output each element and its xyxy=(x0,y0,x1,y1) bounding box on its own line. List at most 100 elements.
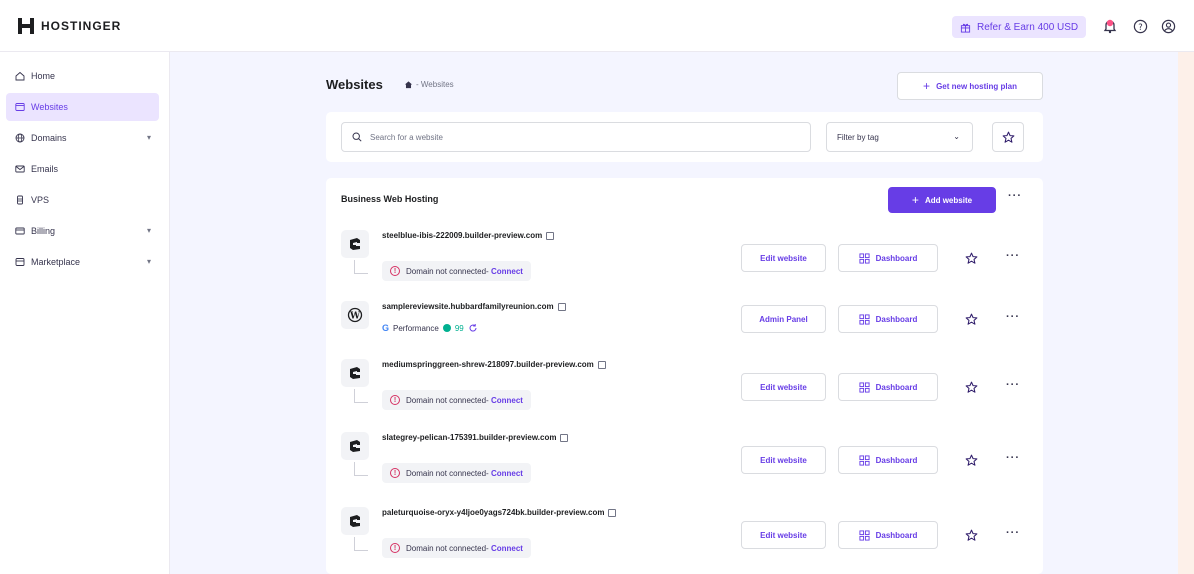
website-row: steelblue-ibis-222009.builder-preview.co… xyxy=(326,230,1043,296)
dashboard-icon xyxy=(859,252,870,264)
refer-earn-button[interactable]: Refer & Earn 400 USD xyxy=(952,16,1087,38)
sidebar-item-websites[interactable]: Websites xyxy=(6,93,159,121)
account-button[interactable] xyxy=(1158,16,1178,36)
alert-icon: ! xyxy=(390,543,400,553)
connect-link[interactable]: Connect xyxy=(491,267,523,276)
dashboard-button[interactable]: Dashboard xyxy=(838,305,938,333)
performance-score: G Performance 99 xyxy=(382,323,478,333)
connect-link[interactable]: Connect xyxy=(491,396,523,405)
website-domain-label: steelblue-ibis-222009.builder-preview.co… xyxy=(382,231,543,240)
notifications-button[interactable] xyxy=(1100,16,1120,36)
external-link-icon[interactable] xyxy=(557,302,566,311)
dashboard-label: Dashboard xyxy=(875,382,918,392)
store-icon xyxy=(14,257,25,268)
breadcrumb-current: - Websites xyxy=(416,80,454,89)
website-domain[interactable]: mediumspringgreen-shrew-218097.builder-p… xyxy=(382,360,606,369)
dashboard-icon xyxy=(859,529,870,541)
external-link-icon[interactable] xyxy=(560,433,569,442)
domain-status-text: Domain not connected- xyxy=(406,468,489,478)
sidebar-item-domains[interactable]: Domains ▾ xyxy=(6,124,159,152)
performance-status-dot xyxy=(442,324,451,332)
hostinger-logo[interactable]: HOSTINGER xyxy=(18,18,121,34)
builder-icon xyxy=(341,230,369,258)
favorite-button[interactable] xyxy=(963,527,979,543)
website-domain[interactable]: steelblue-ibis-222009.builder-preview.co… xyxy=(382,231,555,240)
dashboard-button[interactable]: Dashboard xyxy=(838,521,938,549)
tree-connector xyxy=(354,260,368,274)
edit-website-button[interactable]: Edit website xyxy=(741,521,826,549)
dashboard-button[interactable]: Dashboard xyxy=(838,244,938,272)
sidebar: Home Websites Domains ▾ Emails VPS Billi… xyxy=(0,52,170,574)
dashboard-label: Dashboard xyxy=(875,314,918,324)
external-link-icon[interactable] xyxy=(597,360,606,369)
more-options-icon[interactable]: ··· xyxy=(1006,527,1020,539)
domain-status-badge: ! Domain not connected- Connect xyxy=(382,261,531,281)
sidebar-item-label: Marketplace xyxy=(31,257,81,267)
external-link-icon[interactable] xyxy=(608,508,617,517)
refer-earn-label: Refer & Earn 400 USD xyxy=(977,21,1079,33)
domain-status-text: Domain not connected- xyxy=(406,543,489,553)
more-options-icon[interactable]: ··· xyxy=(1006,379,1020,391)
website-row: mediumspringgreen-shrew-218097.builder-p… xyxy=(326,359,1043,425)
home-icon[interactable] xyxy=(404,80,413,89)
edit-website-button[interactable]: Edit website xyxy=(741,373,826,401)
website-domain[interactable]: samplereviewsite.hubbardfamilyreunion.co… xyxy=(382,302,566,311)
get-new-hosting-plan-button[interactable]: + Get new hosting plan xyxy=(897,72,1043,100)
website-domain[interactable]: slategrey-pelican-175391.builder-preview… xyxy=(382,433,569,442)
performance-value: 99 xyxy=(454,323,464,333)
sidebar-item-emails[interactable]: Emails xyxy=(6,155,159,183)
add-website-button[interactable]: + Add website xyxy=(888,187,996,213)
plus-icon: + xyxy=(911,193,919,207)
website-row: slategrey-pelican-175391.builder-preview… xyxy=(326,432,1043,498)
favorite-button[interactable] xyxy=(963,452,979,468)
favorite-button[interactable] xyxy=(963,379,979,395)
search-icon xyxy=(352,132,362,142)
home-icon xyxy=(14,71,25,82)
builder-icon xyxy=(341,507,369,535)
more-options-icon[interactable]: ··· xyxy=(1008,190,1022,202)
filter-by-tag-select[interactable]: Filter by tag ⌄ xyxy=(826,122,973,152)
connect-link[interactable]: Connect xyxy=(491,469,523,478)
favorite-button[interactable] xyxy=(963,250,979,266)
edit-website-button[interactable]: Edit website xyxy=(741,244,826,272)
favorite-button[interactable] xyxy=(963,311,979,327)
bell-icon xyxy=(1103,19,1117,34)
admin-panel-button[interactable]: Admin Panel xyxy=(741,305,826,333)
sidebar-item-home[interactable]: Home xyxy=(6,62,159,90)
star-icon xyxy=(965,381,977,393)
favorites-filter-button[interactable] xyxy=(992,122,1024,152)
more-options-icon[interactable]: ··· xyxy=(1006,250,1020,262)
search-input[interactable]: Search for a website xyxy=(341,122,811,152)
alert-icon: ! xyxy=(390,266,400,276)
more-options-icon[interactable]: ··· xyxy=(1006,452,1020,464)
breadcrumb: - Websites xyxy=(404,80,454,89)
more-options-icon[interactable]: ··· xyxy=(1006,311,1020,323)
sidebar-item-label: Home xyxy=(31,71,56,81)
help-button[interactable]: ? xyxy=(1130,16,1150,36)
star-icon xyxy=(965,252,977,264)
star-icon xyxy=(965,313,977,325)
dashboard-button[interactable]: Dashboard xyxy=(838,373,938,401)
sidebar-item-label: Domains xyxy=(31,133,67,143)
mail-icon xyxy=(14,164,25,175)
edit-website-button[interactable]: Edit website xyxy=(741,446,826,474)
business-web-hosting-card: Business Web Hosting + Add website ··· s… xyxy=(326,178,1043,574)
card-icon xyxy=(14,226,25,237)
external-link-icon[interactable] xyxy=(546,231,555,240)
website-domain-label: slategrey-pelican-175391.builder-preview… xyxy=(382,433,557,442)
dashboard-icon xyxy=(859,313,870,325)
refresh-icon[interactable] xyxy=(468,323,478,333)
sidebar-item-vps[interactable]: VPS xyxy=(6,186,159,214)
top-bar: HOSTINGER Refer & Earn 400 USD ? xyxy=(0,0,1194,52)
dashboard-button[interactable]: Dashboard xyxy=(838,446,938,474)
wordpress-icon: W xyxy=(341,301,369,329)
help-icon: ? xyxy=(1133,19,1147,33)
dashboard-label: Dashboard xyxy=(875,253,918,263)
sidebar-item-label: VPS xyxy=(31,195,50,205)
gift-icon xyxy=(960,23,971,33)
sidebar-item-billing[interactable]: Billing ▾ xyxy=(6,217,159,245)
connect-link[interactable]: Connect xyxy=(491,544,523,553)
website-domain[interactable]: paleturquoise-oryx-y4ljoe0yags724bk.buil… xyxy=(382,508,617,517)
sidebar-item-marketplace[interactable]: Marketplace ▾ xyxy=(6,248,159,276)
globe-icon xyxy=(14,133,25,144)
